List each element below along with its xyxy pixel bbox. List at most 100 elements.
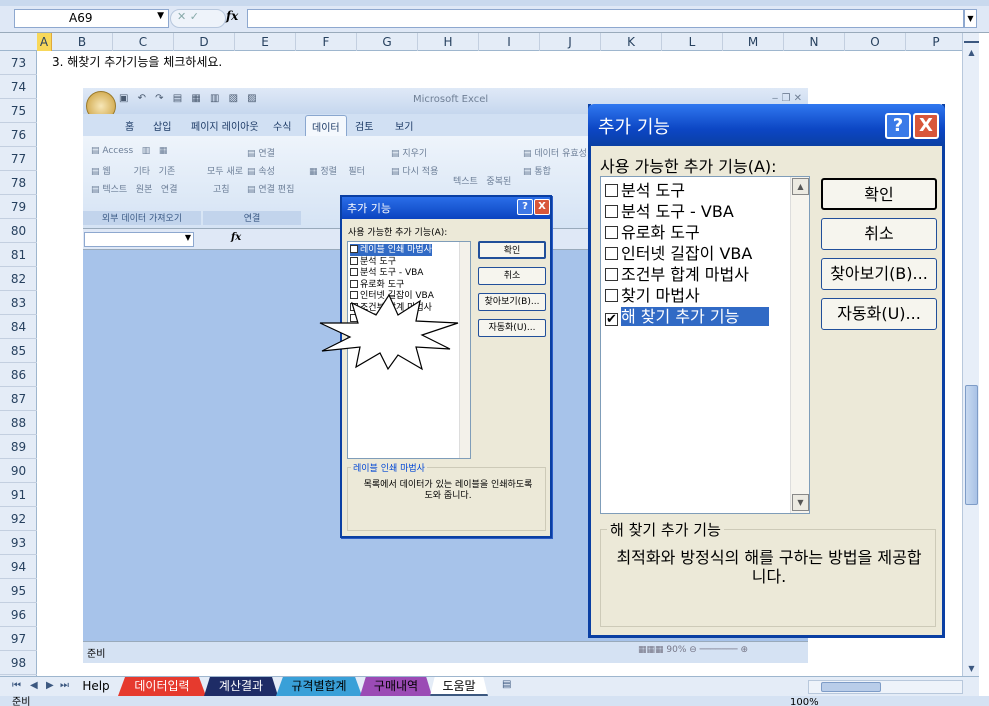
row-header[interactable]: 98 bbox=[0, 651, 37, 675]
addin-checkbox[interactable] bbox=[605, 226, 618, 239]
addin-checkbox[interactable] bbox=[605, 289, 618, 302]
row-header[interactable]: 77 bbox=[0, 147, 37, 171]
addin-checkbox[interactable] bbox=[605, 205, 618, 218]
addin-checkbox[interactable]: ✔ bbox=[605, 313, 618, 326]
row-header[interactable]: 81 bbox=[0, 243, 37, 267]
sheet-tab[interactable]: 도움말 bbox=[430, 677, 488, 696]
row-header[interactable]: 93 bbox=[0, 531, 37, 555]
addin-list-item[interactable]: 찾기 마법사 bbox=[605, 285, 700, 306]
addin-checkbox[interactable] bbox=[605, 268, 618, 281]
vertical-scroll-thumb[interactable] bbox=[965, 385, 978, 505]
column-header-o[interactable]: O bbox=[845, 33, 906, 51]
column-header-j[interactable]: J bbox=[540, 33, 601, 51]
column-header-m[interactable]: M bbox=[723, 33, 784, 51]
insert-function-button[interactable]: fx bbox=[226, 9, 246, 28]
scroll-up-icon[interactable]: ▲ bbox=[792, 178, 809, 195]
sheet-tab[interactable]: 계산결과 bbox=[204, 677, 278, 696]
formula-cancel-enter-buttons[interactable]: ✕ ✓ bbox=[170, 9, 226, 28]
formula-input[interactable] bbox=[247, 9, 964, 28]
next-sheet-icon[interactable]: ▶ bbox=[46, 680, 54, 691]
scroll-down-icon[interactable]: ▼ bbox=[792, 494, 809, 511]
column-header-d[interactable]: D bbox=[174, 33, 235, 51]
row-header[interactable]: 76 bbox=[0, 123, 37, 147]
addin-list-item[interactable]: 분석 도구 bbox=[605, 180, 685, 201]
horizontal-scrollbar[interactable] bbox=[808, 680, 963, 694]
sheet-tab[interactable]: Help bbox=[76, 677, 116, 696]
help-icon[interactable]: ? bbox=[885, 113, 911, 139]
row-header[interactable]: 89 bbox=[0, 435, 37, 459]
addin-list-item[interactable]: 인터넷 길잡이 VBA bbox=[605, 243, 752, 264]
addin-checkbox[interactable] bbox=[605, 184, 618, 197]
sheet-tab[interactable]: 구매내역 bbox=[360, 677, 432, 696]
addin-list-item[interactable]: 유로화 도구 bbox=[605, 222, 700, 243]
row-header[interactable]: 73 bbox=[0, 51, 37, 75]
small-list-item: 분석 도구 - VBA bbox=[350, 267, 423, 279]
row-header[interactable]: 79 bbox=[0, 195, 37, 219]
row-header[interactable]: 91 bbox=[0, 483, 37, 507]
addin-list-item[interactable]: 조건부 합계 마법사 bbox=[605, 264, 749, 285]
row-header[interactable]: 82 bbox=[0, 267, 37, 291]
addins-list-scrollbar[interactable]: ▲ ▼ bbox=[790, 177, 809, 513]
cancel-button[interactable]: 취소 bbox=[821, 218, 937, 250]
sheet-tab[interactable]: 데이터입력 bbox=[118, 677, 206, 696]
addins-dialog: 추가 기능 ? X 사용 가능한 추가 기능(A): ▲ ▼ 분석 도구 분석 도… bbox=[588, 104, 945, 638]
chevron-down-icon[interactable]: ▼ bbox=[157, 11, 164, 21]
small-description-group: 레이블 인쇄 마법사 목록에서 데이터가 있는 레이블을 인쇄하도록 도와 줍니… bbox=[347, 461, 546, 531]
checkbox-icon bbox=[350, 279, 358, 288]
row-header[interactable]: 74 bbox=[0, 75, 37, 99]
column-header-a[interactable]: A bbox=[37, 33, 52, 51]
column-header-n[interactable]: N bbox=[784, 33, 845, 51]
row-header[interactable]: 86 bbox=[0, 363, 37, 387]
sheet-tab[interactable]: 규격별합계 bbox=[276, 677, 362, 696]
addins-list[interactable]: ▲ ▼ 분석 도구 분석 도구 - VBA 유로화 도구 인터넷 길잡이 VBA 조건부… bbox=[600, 176, 810, 514]
insert-sheet-icon[interactable]: ▤ bbox=[502, 679, 511, 690]
column-header-c[interactable]: C bbox=[113, 33, 174, 51]
addin-list-item[interactable]: 분석 도구 - VBA bbox=[605, 201, 734, 222]
column-header-i[interactable]: I bbox=[479, 33, 540, 51]
row-header[interactable]: 96 bbox=[0, 603, 37, 627]
browse-button[interactable]: 찾아보기(B)... bbox=[821, 258, 937, 290]
row-header[interactable]: 92 bbox=[0, 507, 37, 531]
prev-sheet-icon[interactable]: ◀ bbox=[30, 680, 38, 691]
addin-checkbox[interactable] bbox=[605, 247, 618, 260]
row-header[interactable]: 83 bbox=[0, 291, 37, 315]
scroll-up-icon[interactable]: ▲ bbox=[964, 45, 979, 60]
row-header[interactable]: 94 bbox=[0, 555, 37, 579]
ribbon-icons: 모두 새로 bbox=[207, 167, 243, 177]
row-header[interactable]: 97 bbox=[0, 627, 37, 651]
vertical-scrollbar[interactable]: ▲ ▼ bbox=[962, 33, 979, 676]
row-header[interactable]: 75 bbox=[0, 99, 37, 123]
close-icon[interactable]: X bbox=[913, 113, 939, 139]
column-header-l[interactable]: L bbox=[662, 33, 723, 51]
row-header[interactable]: 84 bbox=[0, 315, 37, 339]
row-header[interactable]: 85 bbox=[0, 339, 37, 363]
column-header-k[interactable]: K bbox=[601, 33, 662, 51]
ribbon-icons: ▤ Access ▥ ▦ bbox=[91, 146, 168, 156]
column-header-f[interactable]: F bbox=[296, 33, 357, 51]
last-sheet-icon[interactable]: ⏭ bbox=[60, 680, 69, 691]
column-header-p[interactable]: P bbox=[906, 33, 967, 51]
small-list-scrollbar bbox=[459, 242, 470, 458]
row-header[interactable]: 95 bbox=[0, 579, 37, 603]
zoom-level[interactable]: 100% bbox=[790, 696, 819, 706]
first-sheet-icon[interactable]: ⏮ bbox=[12, 680, 21, 691]
row-header[interactable]: 90 bbox=[0, 459, 37, 483]
small-list-item-label: 분석 도구 bbox=[360, 256, 396, 267]
row-header[interactable]: 78 bbox=[0, 171, 37, 195]
column-header-b[interactable]: B bbox=[52, 33, 113, 51]
row-header[interactable]: 87 bbox=[0, 387, 37, 411]
column-header-g[interactable]: G bbox=[357, 33, 418, 51]
column-header-e[interactable]: E bbox=[235, 33, 296, 51]
row-header[interactable]: 88 bbox=[0, 411, 37, 435]
column-header-h[interactable]: H bbox=[418, 33, 479, 51]
automation-button[interactable]: 자동화(U)... bbox=[821, 298, 937, 330]
row-header[interactable]: 80 bbox=[0, 219, 37, 243]
horizontal-scroll-thumb[interactable] bbox=[821, 682, 881, 692]
scroll-down-icon[interactable]: ▼ bbox=[964, 661, 979, 676]
split-handle-icon[interactable] bbox=[964, 35, 979, 43]
expand-formula-bar-button[interactable]: ▼ bbox=[964, 9, 977, 28]
ok-button[interactable]: 확인 bbox=[821, 178, 937, 210]
name-box[interactable]: A69 ▼ bbox=[14, 9, 169, 28]
addin-list-item[interactable]: ✔ 해 찾기 추가 기능 bbox=[605, 306, 770, 327]
ribbon-icons: ▦ 정렬 필터 bbox=[309, 167, 365, 177]
